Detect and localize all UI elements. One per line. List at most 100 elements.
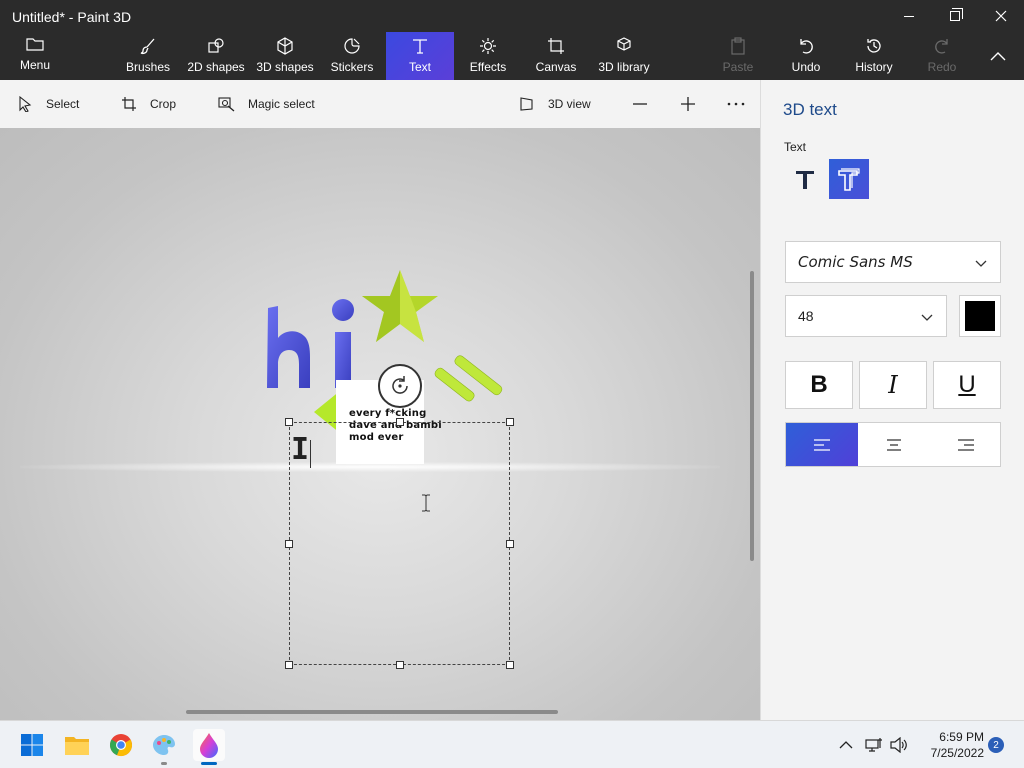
3d-shapes-icon [275, 37, 295, 55]
close-button[interactable] [978, 0, 1024, 32]
font-size-value: 48 [798, 308, 814, 324]
canvas-label: Canvas [535, 60, 577, 74]
brushes-tab[interactable]: Brushes [122, 32, 174, 80]
select-tool[interactable]: Select [16, 80, 79, 128]
pointer-icon [16, 95, 34, 113]
resize-handle-mr[interactable] [506, 540, 514, 548]
resize-handle-ml[interactable] [285, 540, 293, 548]
resize-handle-bl[interactable] [285, 661, 293, 669]
rotate-icon [392, 376, 408, 394]
paste-button[interactable]: Paste [720, 32, 756, 80]
resize-handle-tl[interactable] [285, 418, 293, 426]
network-button[interactable] [864, 735, 884, 755]
minus-icon [633, 103, 647, 105]
3d-text-icon [838, 168, 860, 191]
align-center-button[interactable] [858, 423, 930, 466]
paint-button[interactable] [148, 729, 180, 761]
italic-button[interactable]: I [859, 361, 927, 409]
paint-running-indicator [161, 762, 167, 765]
menu-label: Menu [19, 58, 51, 72]
minimize-icon [904, 15, 914, 17]
rotate-handle[interactable] [378, 364, 422, 408]
select-label: Select [46, 97, 80, 111]
align-right-button[interactable] [930, 423, 1002, 466]
history-button[interactable]: History [852, 32, 896, 80]
2d-text-mode-button[interactable] [785, 159, 825, 199]
file-explorer-button[interactable] [61, 729, 93, 761]
stickers-label: Stickers [330, 60, 374, 74]
text-selection-box[interactable] [289, 422, 510, 665]
zoom-out-button[interactable] [626, 92, 654, 116]
3d-view-toggle[interactable]: 3D view [518, 80, 591, 128]
plus-icon [681, 97, 695, 111]
history-icon [864, 37, 884, 55]
minimize-button[interactable] [886, 0, 932, 32]
3d-library-tab[interactable]: 3D library [594, 32, 654, 80]
3d-library-icon [614, 37, 634, 55]
paint-3d-button[interactable] [193, 729, 225, 761]
stickers-tab[interactable]: Stickers [328, 32, 376, 80]
star-3d-object[interactable] [360, 268, 444, 352]
bold-button[interactable]: B [785, 361, 853, 409]
3d-view-icon [518, 95, 536, 113]
canvas-toolbar: Select Crop Magic select 3D view [0, 80, 760, 128]
show-hidden-icons-button[interactable] [836, 735, 856, 755]
magic-select-tool[interactable]: Magic select [218, 80, 315, 128]
ibeam-cursor-icon [422, 494, 430, 512]
chrome-button[interactable] [105, 729, 137, 761]
underline-button[interactable]: U [933, 361, 1001, 409]
magic-select-label: Magic select [248, 97, 315, 111]
underline-label: U [958, 371, 976, 398]
volume-button[interactable] [889, 735, 909, 755]
crop-tool[interactable]: Crop [120, 80, 176, 128]
zoom-in-button[interactable] [674, 92, 702, 116]
font-family-dropdown[interactable]: Comic Sans MS [785, 241, 1001, 283]
text-color-picker[interactable] [959, 295, 1001, 337]
undo-label: Undo [791, 60, 821, 74]
text-tab[interactable]: Text [386, 32, 454, 80]
close-icon [995, 10, 1007, 22]
align-right-icon [958, 438, 974, 451]
more-options-button[interactable] [722, 92, 750, 116]
collapse-ribbon-button[interactable] [984, 44, 1012, 68]
effects-tab[interactable]: Effects [466, 32, 510, 80]
stickers-icon [342, 37, 362, 55]
text-caret [310, 440, 311, 468]
3d-shapes-tab[interactable]: 3D shapes [254, 32, 316, 80]
canvas-tab[interactable]: Canvas [533, 32, 579, 80]
2d-shapes-icon [206, 37, 226, 55]
horizontal-scrollbar[interactable] [186, 710, 558, 714]
alignment-group [785, 422, 1001, 467]
3d-library-label: 3D library [598, 60, 650, 74]
taskbar-clock[interactable]: 6:59 PM 7/25/2022 [912, 729, 984, 761]
align-left-button[interactable] [786, 423, 858, 466]
resize-handle-tr[interactable] [506, 418, 514, 426]
brush-icon [138, 37, 158, 55]
notification-badge[interactable]: 2 [988, 737, 1004, 753]
brushes-label: Brushes [125, 60, 171, 74]
text-section-label: Text [784, 140, 807, 154]
canvas-workspace[interactable]: every f*cking dave and bambi mod ever I [0, 128, 760, 720]
vertical-scrollbar[interactable] [750, 271, 754, 561]
2d-text-icon [796, 171, 814, 189]
3d-text-mode-button[interactable] [829, 159, 869, 199]
resize-handle-tm[interactable] [396, 418, 404, 426]
resize-handle-bm[interactable] [396, 661, 404, 669]
3d-shapes-label: 3D shapes [256, 60, 314, 74]
more-icon [727, 102, 745, 106]
maximize-button[interactable] [932, 0, 978, 32]
chevron-down-icon [975, 260, 987, 267]
undo-button[interactable]: Undo [788, 32, 824, 80]
font-size-dropdown[interactable]: 48 [785, 295, 947, 337]
bold-label: B [810, 371, 828, 398]
align-center-icon [887, 438, 901, 451]
chevron-down-icon [921, 314, 933, 321]
file-explorer-icon [65, 737, 89, 755]
2d-shapes-tab[interactable]: 2D shapes [186, 32, 246, 80]
redo-button[interactable]: Redo [924, 32, 960, 80]
resize-handle-br[interactable] [506, 661, 514, 669]
start-button[interactable] [16, 729, 48, 761]
panel-title: 3D text [783, 100, 837, 119]
menu-button[interactable]: Menu [20, 32, 50, 80]
text-label: Text [408, 60, 431, 74]
